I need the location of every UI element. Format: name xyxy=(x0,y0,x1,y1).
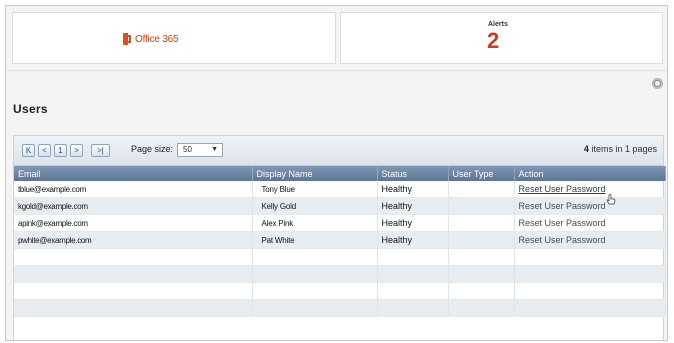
next-page-button[interactable]: > xyxy=(70,144,83,157)
column-header-user-type[interactable]: User Type xyxy=(448,166,515,181)
reset-password-link[interactable]: Reset User Password xyxy=(514,214,666,232)
page-number-button[interactable]: 1 xyxy=(54,144,67,157)
summary-tiles: Office 365 Alerts 2 xyxy=(12,12,663,64)
column-header-action[interactable]: Action xyxy=(514,166,666,181)
empty-row xyxy=(14,265,666,283)
table-row: tblue@example.com Tony Blue Healthy Rese… xyxy=(14,181,666,198)
users-table: Email Display Name Status User Type Acti… xyxy=(14,166,666,317)
column-header-display-name[interactable]: Display Name xyxy=(252,166,378,181)
reset-password-link[interactable]: Reset User Password xyxy=(514,181,666,198)
items-info: 4 items in 1 pages xyxy=(584,144,657,154)
status-cell: Healthy xyxy=(377,214,449,232)
page-size-label: Page size: xyxy=(131,144,174,154)
section-divider xyxy=(6,70,667,71)
office365-tile[interactable]: Office 365 xyxy=(12,12,336,64)
user-type-cell xyxy=(448,231,515,249)
email-cell: apink@example.com xyxy=(14,214,253,232)
items-text: items in 1 pages xyxy=(591,144,657,154)
display-name-cell: Alex Pink xyxy=(252,214,378,232)
first-page-button[interactable]: K xyxy=(22,144,35,157)
table-row: apink@example.com Alex Pink Healthy Rese… xyxy=(14,214,666,232)
table-header-row: Email Display Name Status User Type Acti… xyxy=(14,166,666,181)
page-size-value: 50 xyxy=(183,145,192,154)
first-page-icon: K xyxy=(25,146,32,155)
display-name-cell: Tony Blue xyxy=(252,181,378,198)
alerts-label: Alerts xyxy=(488,21,508,28)
status-cell: Healthy xyxy=(377,181,449,198)
page-title: Users xyxy=(13,102,48,116)
reset-password-link[interactable]: Reset User Password xyxy=(514,197,666,215)
empty-row xyxy=(14,282,666,300)
last-page-icon: >| xyxy=(97,146,104,155)
table-row: kgold@example.com Kelly Gold Healthy Res… xyxy=(14,197,666,215)
user-type-cell xyxy=(448,197,515,215)
email-cell: tblue@example.com xyxy=(14,181,253,198)
page-size-select[interactable]: 50 ▼ xyxy=(177,143,223,157)
prev-page-button[interactable]: < xyxy=(38,144,51,157)
gear-icon[interactable] xyxy=(652,78,663,89)
alerts-count: 2 xyxy=(487,28,500,53)
reset-password-link[interactable]: Reset User Password xyxy=(514,231,666,249)
office-logo-icon xyxy=(123,33,132,45)
display-name-cell: Pat White xyxy=(252,231,378,249)
chevron-left-icon: < xyxy=(42,146,47,155)
column-header-status[interactable]: Status xyxy=(377,166,449,181)
pager-bar: K < 1 > >| Page size: 50 ▼ 4 items in 1 … xyxy=(14,136,663,166)
email-cell: pwhite@example.com xyxy=(14,231,253,249)
status-cell: Healthy xyxy=(377,231,449,249)
status-cell: Healthy xyxy=(377,197,449,215)
office365-label: Office 365 xyxy=(135,33,179,45)
items-count: 4 xyxy=(583,144,589,154)
last-page-button[interactable]: >| xyxy=(91,144,110,157)
users-grid: K < 1 > >| Page size: 50 ▼ 4 items in 1 … xyxy=(13,135,666,340)
office365-brand: Office 365 xyxy=(123,33,179,45)
email-cell: kgold@example.com xyxy=(14,197,253,215)
chevron-right-icon: > xyxy=(74,146,79,155)
alerts-tile[interactable]: Alerts 2 xyxy=(340,12,663,64)
empty-row xyxy=(14,248,666,266)
page-number: 1 xyxy=(58,146,63,155)
user-type-cell xyxy=(448,181,515,198)
column-header-email[interactable]: Email xyxy=(14,166,253,181)
empty-row xyxy=(14,299,666,317)
display-name-cell: Kelly Gold xyxy=(252,197,378,215)
chevron-down-icon: ▼ xyxy=(211,146,218,153)
admin-panel: Office 365 Alerts 2 Users K < 1 > >| Pag… xyxy=(5,5,668,341)
user-type-cell xyxy=(448,214,515,232)
table-row: pwhite@example.com Pat White Healthy Res… xyxy=(14,231,666,249)
hand-cursor-icon xyxy=(606,194,616,205)
